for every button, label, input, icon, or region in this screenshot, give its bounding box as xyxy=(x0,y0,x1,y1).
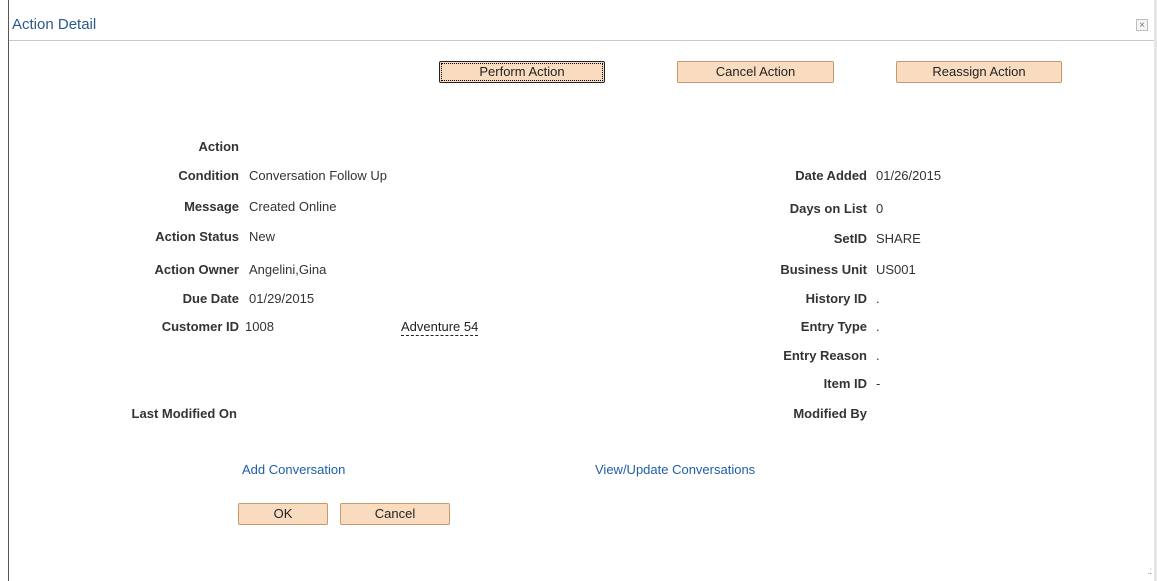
business-unit-label: Business Unit xyxy=(780,262,867,277)
item-id-label: Item ID xyxy=(823,376,867,391)
perform-action-button[interactable]: Perform Action xyxy=(439,61,605,83)
entry-reason-value: . xyxy=(876,348,880,363)
add-conversation-link[interactable]: Add Conversation xyxy=(242,462,345,477)
date-added-value: 01/26/2015 xyxy=(876,168,942,183)
entry-type-value: . xyxy=(876,319,880,334)
days-on-list-value: 0 xyxy=(876,201,884,216)
close-icon[interactable]: × xyxy=(1136,19,1148,31)
due-date-label: Due Date xyxy=(182,291,239,306)
modified-by-label: Modified By xyxy=(793,406,867,421)
entry-type-label: Entry Type xyxy=(800,319,867,334)
message-value: Created Online xyxy=(249,199,337,214)
action-owner-value: Angelini,Gina xyxy=(249,262,327,277)
action-status-value: New xyxy=(249,229,276,244)
history-id-label: History ID xyxy=(805,291,867,306)
due-date-value: 01/29/2015 xyxy=(249,291,315,306)
item-id-value: - xyxy=(876,376,881,391)
entry-reason-label: Entry Reason xyxy=(783,348,867,363)
action-owner-label: Action Owner xyxy=(154,262,239,277)
history-id-value: . xyxy=(876,291,880,306)
setid-label: SetID xyxy=(833,231,867,246)
customer-id-label: Customer ID xyxy=(161,319,239,334)
days-on-list-label: Days on List xyxy=(789,201,867,216)
window-frame-left xyxy=(0,0,9,581)
customer-name[interactable]: Adventure 54 xyxy=(401,319,479,336)
dialog-title: Action Detail xyxy=(12,16,97,33)
view-update-conversations-link[interactable]: View/Update Conversations xyxy=(595,462,755,477)
message-label: Message xyxy=(184,199,239,214)
dialog-titlebar: Action Detail × xyxy=(9,8,1154,41)
condition-label: Condition xyxy=(178,168,239,183)
setid-value: SHARE xyxy=(876,231,921,246)
customer-name-link[interactable]: Adventure 54 xyxy=(401,319,479,336)
ok-button[interactable]: OK xyxy=(238,503,328,525)
cancel-action-button[interactable]: Cancel Action xyxy=(677,61,834,83)
date-added-label: Date Added xyxy=(795,168,867,183)
reassign-action-button[interactable]: Reassign Action xyxy=(896,61,1062,83)
action-status-label: Action Status xyxy=(155,229,239,244)
condition-value: Conversation Follow Up xyxy=(249,168,388,183)
resize-grip-icon[interactable]: .: xyxy=(1147,566,1151,577)
action-label: Action xyxy=(198,139,239,154)
customer-id-value: 1008 xyxy=(245,319,274,334)
last-modified-label: Last Modified On xyxy=(131,406,237,421)
business-unit-value: US001 xyxy=(876,262,916,277)
cancel-button[interactable]: Cancel xyxy=(340,503,450,525)
